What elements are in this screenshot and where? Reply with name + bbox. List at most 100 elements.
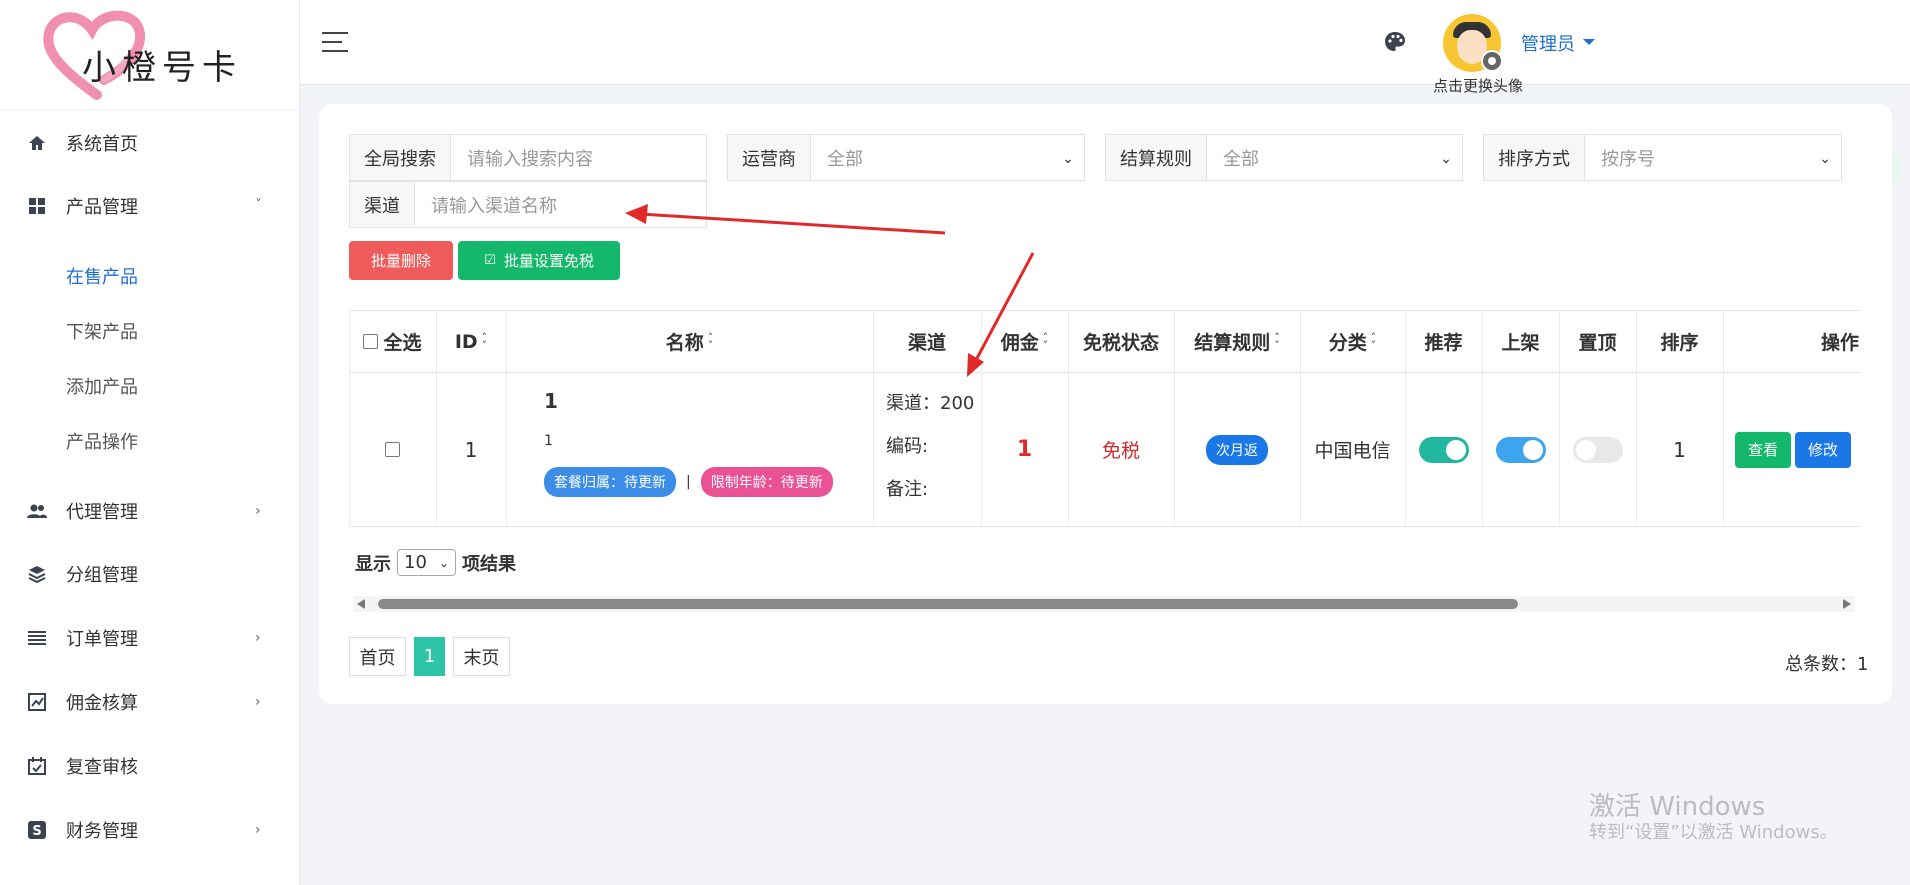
sidebar-item-agents[interactable]: 代理管理 › xyxy=(0,486,300,536)
recommend-toggle[interactable] xyxy=(1418,436,1469,463)
sidebar-item-orders[interactable]: 订单管理 › xyxy=(0,613,300,663)
sort-filter: 排序方式 按序号 ⌄ xyxy=(1483,134,1842,181)
menu-toggle-icon[interactable] xyxy=(322,32,348,52)
pager-current[interactable]: 1 xyxy=(414,637,445,676)
pager-first[interactable]: 首页 xyxy=(349,637,406,676)
batch-tax-free-button[interactable]: ☑ 批量设置免税 xyxy=(458,241,620,280)
row-checkbox[interactable] xyxy=(385,442,400,457)
grid-icon xyxy=(26,195,48,217)
avatar-caption[interactable]: 点击更换头像 xyxy=(1433,75,1523,96)
scroll-right-icon[interactable] xyxy=(1843,599,1851,609)
batch-tax-free-label: 批量设置免税 xyxy=(503,252,594,270)
sidebar-item-label: 订单管理 xyxy=(66,629,138,650)
checkbox-icon: ☑ xyxy=(484,253,496,268)
chevron-down-icon: ⌄ xyxy=(1440,151,1452,167)
sort-icon: ˄ ˅ xyxy=(1274,330,1280,352)
listed-toggle[interactable] xyxy=(1495,436,1546,463)
operator-filter: 运营商 全部 ⌄ xyxy=(727,134,1085,181)
row-channel-cell: 渠道：200 编码: 备注: xyxy=(873,373,981,526)
header-name[interactable]: 名称 ˄ ˅ xyxy=(506,310,873,373)
header-pinned: 置顶 xyxy=(1559,310,1636,373)
scroll-left-icon[interactable] xyxy=(357,599,365,609)
sidebar-item-commission[interactable]: 佣金核算 › xyxy=(0,677,300,727)
page-size-value: 10 xyxy=(404,552,427,573)
dollar-icon: S xyxy=(26,819,48,841)
layers-icon xyxy=(26,563,48,585)
header-recommend: 推荐 xyxy=(1405,310,1482,373)
batch-delete-button[interactable]: 批量删除 xyxy=(349,241,453,280)
global-search-input[interactable]: 请输入搜索内容 xyxy=(451,135,706,180)
sort-icon: ˄ ˅ xyxy=(707,330,714,352)
sort-select[interactable]: 按序号 ⌄ xyxy=(1585,135,1841,180)
product-table: 全选 ID ˄ ˅ 名称 ˄ ˅ 渠道 佣金 ˄ ˅ 免税状态 结算规则 ˄ ˅ 分类 ˄ ˅ 推荐… xyxy=(349,310,1861,527)
user-menu[interactable]: 管理员 xyxy=(1521,30,1575,56)
header-category[interactable]: 分类 ˄ ˅ xyxy=(1300,310,1405,373)
settle-rule-select[interactable]: 全部 ⌄ xyxy=(1207,135,1462,180)
row-select-cell[interactable] xyxy=(349,373,436,526)
chevron-right-icon: › xyxy=(255,630,261,646)
page-size-prefix: 显示 xyxy=(355,553,391,575)
row-note-line: 备注: xyxy=(886,479,929,500)
pager-last[interactable]: 末页 xyxy=(453,637,510,676)
sidebar-subitem-add-product[interactable]: 添加产品 xyxy=(66,373,138,399)
sidebar: 小橙号卡 系统首页 产品管理 ˇ 在售产品 下架产品 添加产品 产品操作 代理管… xyxy=(0,0,300,885)
sidebar-subitem-on-sale[interactable]: 在售产品 xyxy=(66,263,138,289)
header-order: 排序 xyxy=(1636,310,1723,373)
sidebar-item-label: 产品管理 xyxy=(66,197,138,218)
row-name-title: 1 xyxy=(544,389,558,413)
scrollbar-thumb[interactable] xyxy=(378,599,1518,609)
page-size-suffix: 项结果 xyxy=(461,553,516,575)
row-listed-cell xyxy=(1482,373,1559,526)
header-tax-status-label: 免税状态 xyxy=(1082,332,1159,354)
row-name-cell: 1 1 套餐归属：待更新 | 限制年龄：待更新 xyxy=(506,373,873,526)
sidebar-subitem-off-sale[interactable]: 下架产品 xyxy=(66,318,138,344)
header-commission[interactable]: 佣金 ˄ ˅ xyxy=(981,310,1068,373)
sidebar-item-products[interactable]: 产品管理 ˇ xyxy=(0,181,300,231)
view-button[interactable]: 查看 xyxy=(1735,431,1791,468)
sidebar-item-finance[interactable]: S 财务管理 › xyxy=(0,805,300,855)
row-tax-status: 免税 xyxy=(1101,440,1140,462)
header-category-label: 分类 xyxy=(1328,332,1367,354)
header-actions: 操作 xyxy=(1723,310,1861,373)
header-channel-label: 渠道 xyxy=(907,332,946,354)
camera-icon[interactable] xyxy=(1481,50,1503,72)
sidebar-subitem-product-ops[interactable]: 产品操作 xyxy=(66,428,138,454)
horizontal-scrollbar[interactable] xyxy=(353,596,1855,612)
sidebar-item-groups[interactable]: 分组管理 xyxy=(0,549,300,599)
chevron-right-icon: › xyxy=(255,503,261,519)
windows-watermark-subtitle: 转到“设置”以激活 Windows。 xyxy=(1589,822,1838,843)
sidebar-item-home[interactable]: 系统首页 xyxy=(0,118,300,168)
row-name-sub: 1 xyxy=(544,433,553,449)
pinned-toggle[interactable] xyxy=(1572,436,1623,463)
svg-text:S: S xyxy=(32,824,41,839)
header-settle-rule[interactable]: 结算规则 ˄ ˅ xyxy=(1174,310,1300,373)
sort-value: 按序号 xyxy=(1601,148,1655,170)
header-id-label: ID xyxy=(454,330,478,353)
select-all-checkbox[interactable] xyxy=(363,334,379,349)
logo[interactable]: 小橙号卡 xyxy=(0,0,299,110)
channel-label: 渠道 xyxy=(350,182,415,227)
row-code-line: 编码: xyxy=(886,436,929,457)
header-recommend-label: 推荐 xyxy=(1424,332,1463,354)
edit-button[interactable]: 修改 xyxy=(1795,431,1851,468)
palette-icon[interactable] xyxy=(1383,30,1407,54)
header-channel: 渠道 xyxy=(873,310,981,373)
header-name-label: 名称 xyxy=(665,332,704,354)
header-tax-status: 免税状态 xyxy=(1068,310,1174,373)
sidebar-item-review[interactable]: 复查审核 xyxy=(0,741,300,791)
page-size-control: 显示 10 ⌄ 项结果 xyxy=(355,549,516,576)
sidebar-item-label: 系统首页 xyxy=(66,134,138,155)
logo-text: 小橙号卡 xyxy=(82,48,242,88)
row-actions-cell: 查看 修改 xyxy=(1723,373,1861,526)
row-order: 1 xyxy=(1673,437,1686,462)
total-count: 总条数：1 xyxy=(1785,654,1869,675)
caret-down-icon[interactable] xyxy=(1583,39,1595,45)
chart-icon xyxy=(26,691,48,713)
chevron-down-icon: ⌄ xyxy=(438,555,449,570)
operator-select[interactable]: 全部 ⌄ xyxy=(811,135,1084,180)
channel-input[interactable]: 请输入渠道名称 xyxy=(415,182,706,227)
page-size-select[interactable]: 10 ⌄ xyxy=(397,549,456,576)
row-recommend-cell xyxy=(1405,373,1482,526)
header-select-all[interactable]: 全选 xyxy=(349,310,436,373)
header-id[interactable]: ID ˄ ˅ xyxy=(436,310,506,373)
